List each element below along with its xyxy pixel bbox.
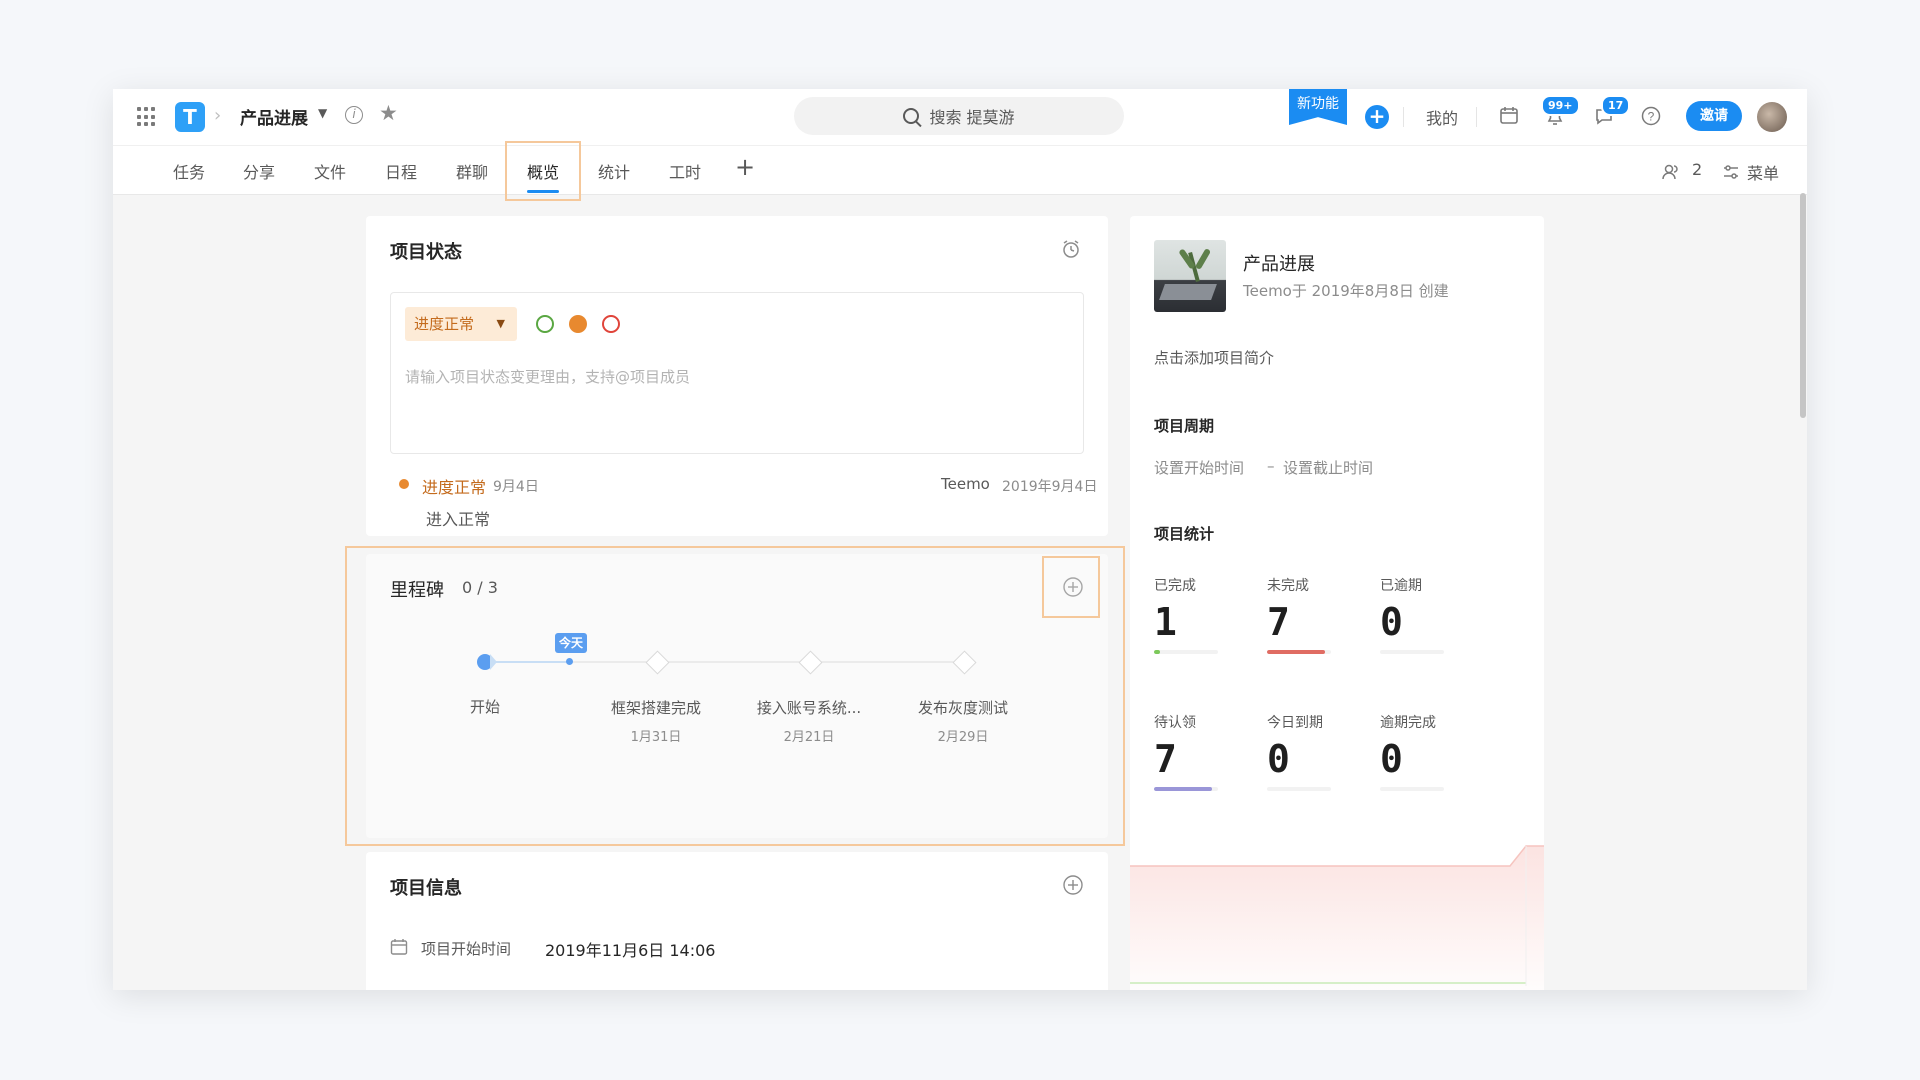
stat-label: 已逾期 — [1380, 578, 1422, 594]
status-at-risk-option[interactable] — [569, 315, 587, 333]
calendar-icon[interactable] — [1499, 105, 1519, 125]
tab-files[interactable]: 文件 — [314, 159, 346, 183]
period-dash: – — [1267, 457, 1275, 475]
stat-label: 已完成 — [1154, 578, 1196, 594]
project-summary-card: 产品进展 Teemo于 2019年8月8日 创建 点击添加项目简介 项目周期 设… — [1130, 216, 1544, 990]
add-info-icon[interactable] — [1062, 874, 1084, 896]
add-milestone-highlight — [1042, 556, 1100, 618]
stat-label: 逾期完成 — [1380, 715, 1436, 731]
search-input[interactable]: 搜索 提莫游 — [794, 97, 1124, 135]
project-created: Teemo于 2019年8月8日 创建 — [1243, 282, 1449, 300]
burndown-chart — [1130, 845, 1544, 990]
period-title: 项目周期 — [1154, 417, 1215, 435]
tabs-bar: 任务 分享 文件 日程 群聊 概览 统计 工时 + 2 菜单 — [113, 145, 1807, 195]
stat-bar — [1380, 787, 1444, 791]
add-tab-icon[interactable]: + — [735, 153, 755, 181]
stat-bar — [1267, 787, 1331, 791]
project-cover-image[interactable] — [1154, 240, 1226, 312]
overview-tab-highlight — [505, 141, 581, 201]
stat-bar — [1154, 650, 1218, 654]
chevron-right-icon: › — [214, 105, 222, 126]
stat-bar — [1267, 650, 1331, 654]
mine-link[interactable]: 我的 — [1426, 105, 1458, 129]
status-log-status: 进度正常 — [422, 478, 487, 497]
stat-label: 待认领 — [1154, 715, 1196, 731]
project-info-card: 项目信息 项目开始时间 2019年11月6日 14:06 — [366, 852, 1108, 990]
status-delayed-option[interactable] — [602, 315, 620, 333]
stat-value[interactable]: 7 — [1154, 737, 1177, 781]
project-status-card: 项目状态 进度正常 ▼ 请输入项目状态变更理由，支持@项目成员 进度正常 9月4… — [366, 216, 1108, 536]
app-logo[interactable]: T — [175, 102, 205, 132]
svg-text:?: ? — [1648, 110, 1655, 124]
milestones-highlight — [345, 546, 1125, 846]
status-log-note: 进入正常 — [426, 510, 491, 529]
status-normal-option[interactable] — [536, 315, 554, 333]
tab-statistics[interactable]: 统计 — [598, 159, 630, 183]
stat-label: 今日到期 — [1267, 715, 1323, 731]
project-info-title: 项目信息 — [390, 878, 462, 899]
messages-badge: 17 — [1601, 95, 1631, 116]
new-feature-ribbon[interactable]: 新功能 — [1289, 89, 1347, 125]
stat-value[interactable]: 7 — [1267, 600, 1290, 644]
status-editor[interactable]: 进度正常 ▼ 请输入项目状态变更理由，支持@项目成员 — [390, 292, 1084, 454]
scrollbar[interactable] — [1800, 193, 1806, 418]
notifications-badge: 99+ — [1541, 95, 1580, 116]
calendar-icon — [390, 939, 408, 955]
stat-label: 未完成 — [1267, 578, 1309, 594]
status-log-author: Teemo — [941, 475, 990, 493]
info-icon[interactable]: i — [345, 106, 363, 124]
status-log-date: 9月4日 — [493, 479, 539, 495]
caret-down-icon: ▼ — [496, 317, 505, 330]
star-icon[interactable]: ★ — [379, 101, 398, 125]
status-select-label: 进度正常 — [414, 315, 475, 333]
tab-schedule[interactable]: 日程 — [385, 159, 417, 183]
invite-button[interactable]: 邀请 — [1686, 101, 1742, 131]
members-count[interactable]: 2 — [1692, 160, 1702, 179]
tab-share[interactable]: 分享 — [243, 159, 275, 183]
project-name: 产品进展 — [1243, 254, 1315, 275]
tab-group-chat[interactable]: 群聊 — [456, 159, 488, 183]
start-time-value[interactable]: 2019年11月6日 14:06 — [545, 937, 715, 961]
sliders-icon[interactable] — [1722, 163, 1740, 181]
status-log-timestamp: 2019年9月4日 — [1002, 479, 1098, 495]
stat-bar — [1154, 787, 1218, 791]
add-button[interactable]: + — [1365, 105, 1389, 129]
chart-line — [1130, 845, 1544, 867]
set-end-time[interactable]: 设置截止时间 — [1283, 457, 1373, 478]
menu-button[interactable]: 菜单 — [1747, 160, 1779, 184]
stats-title: 项目统计 — [1154, 525, 1215, 543]
start-time-label: 项目开始时间 — [421, 940, 512, 958]
project-title[interactable]: 产品进展 — [240, 104, 308, 129]
stat-value[interactable]: 0 — [1380, 600, 1403, 644]
status-select[interactable]: 进度正常 ▼ — [405, 307, 517, 341]
chart-area — [1130, 846, 1544, 990]
search-icon — [903, 108, 920, 124]
members-icon[interactable] — [1661, 162, 1681, 182]
set-start-time[interactable]: 设置开始时间 — [1154, 457, 1244, 478]
status-reason-input[interactable]: 请输入项目状态变更理由，支持@项目成员 — [405, 366, 690, 387]
project-status-title: 项目状态 — [390, 242, 462, 263]
app-window: T › 产品进展 ▼ i ★ 搜索 提莫游 新功能 + 我的 99+ 17 ? … — [113, 89, 1807, 990]
stat-bar — [1380, 650, 1444, 654]
stat-value[interactable]: 1 — [1154, 600, 1177, 644]
tab-tasks[interactable]: 任务 — [173, 159, 205, 183]
divider — [1403, 107, 1404, 127]
divider — [1476, 107, 1477, 127]
stat-value[interactable]: 0 — [1380, 737, 1403, 781]
alarm-clock-icon[interactable] — [1060, 238, 1082, 260]
add-intro-link[interactable]: 点击添加项目简介 — [1154, 347, 1274, 368]
stat-value[interactable]: 0 — [1267, 737, 1290, 781]
avatar[interactable] — [1757, 102, 1787, 132]
status-log-dot — [399, 479, 409, 489]
caret-down-icon[interactable]: ▼ — [318, 106, 327, 120]
help-icon[interactable]: ? — [1641, 106, 1661, 126]
search-placeholder: 搜索 提莫游 — [929, 108, 1015, 127]
apps-grid-icon[interactable] — [137, 107, 157, 127]
tab-work-hours[interactable]: 工时 — [669, 159, 701, 183]
top-bar: T › 产品进展 ▼ i ★ 搜索 提莫游 新功能 + 我的 99+ 17 ? … — [113, 89, 1807, 145]
